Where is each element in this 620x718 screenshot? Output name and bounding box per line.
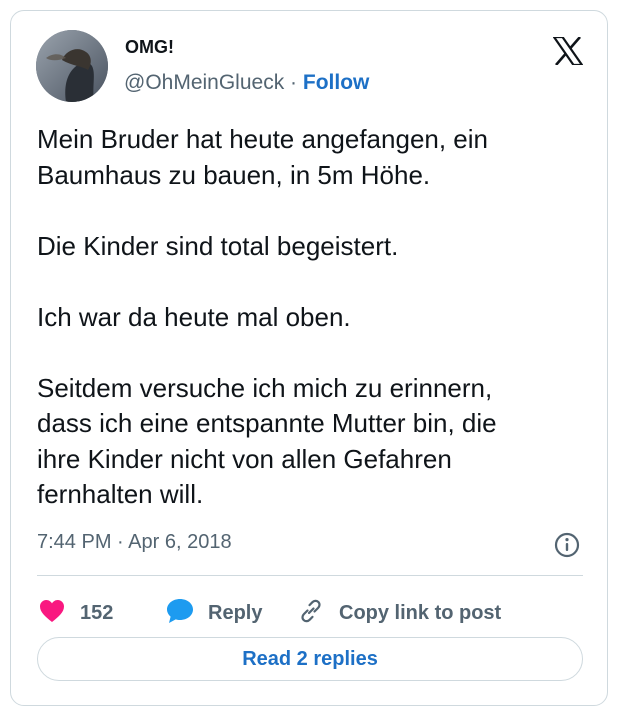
- info-icon[interactable]: [553, 531, 581, 559]
- tweet-line: ihre Kinder nicht von allen Gefahren: [37, 443, 452, 474]
- tweet-line: fernhalten will.: [37, 479, 204, 509]
- follow-link[interactable]: Follow: [303, 71, 370, 94]
- like-button[interactable]: 152: [39, 593, 113, 633]
- tweet-line: dass ich eine entspannte Mutter bin, die: [37, 408, 497, 438]
- copy-link-label: Copy link to post: [339, 601, 502, 624]
- read-replies-button[interactable]: Read 2 replies: [37, 637, 583, 681]
- tweet-card: OMG! @OhMeinGlueck · Follow Mein Bruder …: [10, 10, 608, 706]
- tweet-line: Baumhaus zu bauen, in 5m Höhe.: [37, 159, 431, 190]
- tweet-line: Die Kinder sind total begeistert.: [37, 230, 399, 261]
- tweet-line: Mein Bruder hat heute angefangen, ein: [37, 124, 489, 154]
- like-count: 152: [80, 601, 114, 624]
- tweet-line: Seitdem versuche ich mich zu erinnern,: [37, 372, 493, 403]
- author-handle-line: @OhMeinGlueck · Follow: [124, 71, 369, 95]
- avatar[interactable]: [36, 30, 108, 102]
- tweet-line: Ich war da heute mal oben.: [37, 301, 351, 332]
- heart-icon: [39, 599, 65, 628]
- tweet-text: Mein Bruder hat heute angefangen, ein Ba…: [37, 122, 597, 513]
- divider: [37, 575, 583, 576]
- author-display-name[interactable]: OMG!: [125, 37, 174, 58]
- link-icon: [297, 597, 325, 630]
- copy-link-button[interactable]: Copy link to post: [297, 593, 501, 633]
- reply-label: Reply: [208, 601, 263, 624]
- speech-bubble-icon: [166, 598, 194, 629]
- x-logo-icon[interactable]: [551, 35, 585, 67]
- handle-separator: ·: [284, 71, 303, 94]
- reply-button[interactable]: Reply: [166, 593, 262, 633]
- tweet-timestamp[interactable]: 7:44 PM · Apr 6, 2018: [37, 531, 232, 554]
- read-replies-label: Read 2 replies: [242, 647, 378, 670]
- author-handle[interactable]: @OhMeinGlueck: [124, 71, 284, 94]
